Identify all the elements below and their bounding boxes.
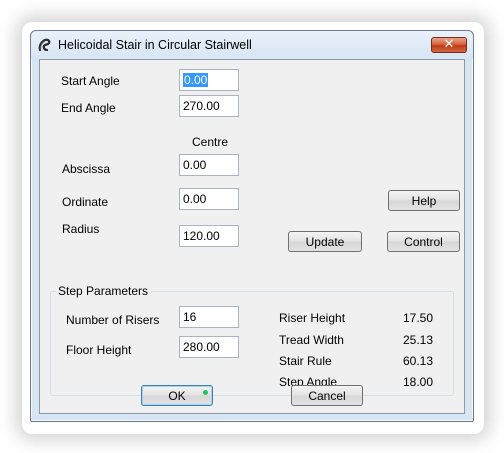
abscissa-input[interactable]: [179, 154, 239, 176]
step-parameters-title: Step Parameters: [56, 284, 151, 298]
ordinate-label: Ordinate: [62, 195, 109, 209]
cancel-button[interactable]: Cancel: [291, 385, 363, 406]
riser-height-value: 17.50: [402, 311, 433, 325]
window-title: Helicoidal Stair in Circular Stairwell: [58, 38, 252, 52]
step-angle-value: 18.00: [402, 375, 433, 389]
update-button[interactable]: Update: [288, 231, 362, 252]
riser-height-label: Riser Height: [279, 311, 346, 325]
stair-rule-label: Stair Rule: [279, 354, 332, 368]
end-angle-input[interactable]: [179, 95, 239, 117]
stair-app-icon: [38, 38, 51, 52]
title-bar[interactable]: Helicoidal Stair in Circular Stairwell ✕: [31, 31, 473, 59]
tread-width-value: 25.13: [402, 333, 433, 347]
ordinate-input[interactable]: [179, 188, 239, 210]
stair-rule-value: 60.13: [402, 354, 433, 368]
focus-indicator-icon: [203, 390, 208, 395]
start-angle-label: Start Angle: [61, 74, 120, 88]
close-icon: ✕: [443, 37, 455, 52]
tread-width-label: Tread Width: [279, 333, 344, 347]
centre-heading: Centre: [192, 135, 229, 149]
close-button[interactable]: ✕: [431, 37, 467, 53]
floor-height-input[interactable]: [179, 336, 239, 358]
radius-input[interactable]: [179, 225, 239, 247]
abscissa-label: Abscissa: [62, 162, 111, 176]
ok-button[interactable]: OK: [141, 385, 213, 406]
start-angle-value: 0.00: [183, 73, 209, 87]
dialog-window: Helicoidal Stair in Circular Stairwell ✕…: [30, 30, 474, 422]
control-button[interactable]: Control: [387, 231, 460, 252]
radius-label: Radius: [62, 222, 100, 236]
end-angle-label: End Angle: [61, 101, 116, 115]
step-parameters-group: Step Parameters Number of Risers Floor H…: [50, 284, 454, 396]
start-angle-input[interactable]: 0.00: [179, 69, 239, 91]
help-button[interactable]: Help: [388, 190, 460, 211]
dialog-client-area: Start Angle 0.00 End Angle Centre Abscis…: [39, 59, 465, 414]
floor-height-label: Floor Height: [66, 343, 132, 357]
number-of-risers-label: Number of Risers: [66, 313, 160, 327]
ok-button-label: OK: [168, 388, 186, 403]
number-of-risers-input[interactable]: [179, 306, 239, 328]
